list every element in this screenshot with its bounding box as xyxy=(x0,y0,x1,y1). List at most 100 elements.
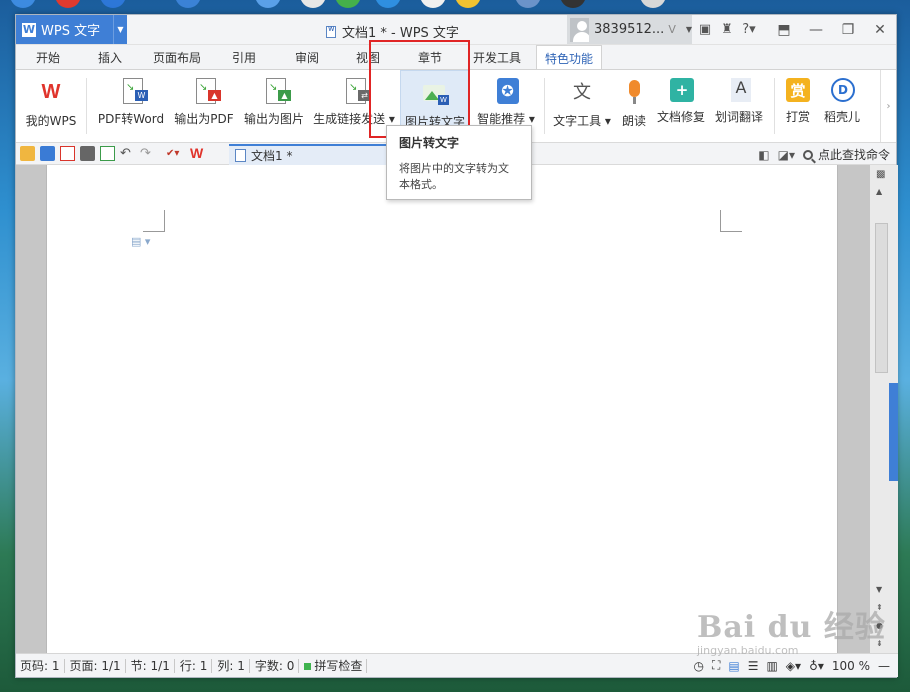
export-image-button[interactable]: ↘ ▲ 输出为图片 xyxy=(240,70,308,142)
command-search-label: 点此查找命令 xyxy=(817,148,890,162)
status-page-code[interactable]: 页码: 1 xyxy=(16,658,65,673)
app-menu-button[interactable]: W WPS 文字 ▼ xyxy=(16,15,127,44)
document-area: ▤ ▾ xyxy=(16,165,870,655)
chevron-down-icon[interactable]: ▼ xyxy=(686,25,692,34)
web-view-icon[interactable]: ▥ xyxy=(766,659,777,673)
translate-label: 划词翻译 xyxy=(714,110,763,124)
dock-app-icon[interactable] xyxy=(560,0,586,8)
command-search[interactable]: ◧ ◪▾ 点此查找命令 xyxy=(758,146,890,163)
status-right-tools: ◷ ⛶ ▤ ☰ ▥ ◈▾ ♁▾ 100 % — xyxy=(685,658,890,673)
app-menu-label: WPS 文字 xyxy=(41,24,101,39)
reward-icon: 赏 xyxy=(786,78,810,102)
fullscreen-icon[interactable]: ⛶ xyxy=(712,658,720,673)
read-aloud-button[interactable]: 朗读 xyxy=(618,70,650,142)
dock-app-icon[interactable] xyxy=(300,0,326,8)
tab-home[interactable]: 开始 xyxy=(36,49,60,66)
print-icon[interactable] xyxy=(80,146,95,161)
zoom-level[interactable]: 100 % xyxy=(832,659,870,673)
export-pdf-label: 输出为PDF xyxy=(174,112,234,126)
tab-references[interactable]: 引用 xyxy=(232,49,256,66)
dock-app-icon[interactable] xyxy=(420,0,446,8)
help-icon[interactable]: ?▾ xyxy=(738,22,760,37)
inbox-icon[interactable]: ▣ xyxy=(694,22,716,37)
translate-button[interactable]: A 划词翻译 xyxy=(712,70,766,142)
dock-app-icon[interactable] xyxy=(375,0,401,8)
minimize-button[interactable]: — xyxy=(800,15,832,44)
chevron-down-icon[interactable]: ▼ xyxy=(113,15,127,44)
watermark-url: jingyan.baidu.com xyxy=(697,644,799,657)
dock-app-icon[interactable] xyxy=(455,0,481,8)
pdf-to-word-label: PDF转Word xyxy=(97,112,165,126)
share-link-button[interactable]: ↘ ⇄ 生成链接发送 ▾ xyxy=(312,70,396,142)
title-tools: ▣ ♜ ?▾ xyxy=(694,15,760,44)
pdf-to-word-icon: ↘ W xyxy=(123,78,148,104)
tab-review[interactable]: 审阅 xyxy=(295,49,319,66)
scroll-down-icon[interactable]: ▼ xyxy=(876,585,882,594)
wps-logo-icon: W xyxy=(41,80,61,103)
ribbon-scroll-right-icon[interactable]: › xyxy=(880,70,896,142)
export-pdf-icon[interactable] xyxy=(60,146,75,161)
tooltip: 图片转文字 将图片中的文字转为文本格式。 xyxy=(386,125,532,200)
export-pdf-button[interactable]: ↘ ▲ 输出为PDF xyxy=(172,70,236,142)
wps-logo-icon[interactable]: W xyxy=(190,146,205,161)
dock-app-icon[interactable] xyxy=(335,0,361,8)
print-preview-icon[interactable] xyxy=(100,146,115,161)
document-repair-button[interactable]: + 文档修复 xyxy=(654,70,708,142)
dock-app-icon[interactable] xyxy=(175,0,201,8)
page-nav-icon[interactable]: ▩ xyxy=(876,169,885,180)
status-pages[interactable]: 页面: 1/1 xyxy=(66,658,126,673)
scroll-up-icon[interactable]: ▲ xyxy=(876,187,882,196)
user-level-badge: V xyxy=(668,23,676,36)
spell-check-toggle[interactable]: 拼写检查 xyxy=(300,658,368,673)
document-page[interactable]: ▤ ▾ xyxy=(46,165,838,655)
crop-mark-top-right xyxy=(720,210,742,232)
open-folder-icon[interactable] xyxy=(20,146,35,161)
reward-button[interactable]: 赏 打赏 xyxy=(780,70,816,142)
tab-special-features[interactable]: 特色功能 xyxy=(536,45,603,69)
close-button[interactable]: ✕ xyxy=(864,15,896,44)
backup-icon[interactable]: ◷ xyxy=(693,659,703,673)
reading-mode-icon[interactable]: ◈▾ xyxy=(786,659,801,673)
user-name: 3839512... xyxy=(594,22,665,37)
collapse-ribbon-icon[interactable]: ◪▾ xyxy=(778,148,795,162)
status-section[interactable]: 节: 1/1 xyxy=(127,658,175,673)
customize-toolbar-icon[interactable]: ✔▾ xyxy=(166,146,181,161)
tab-sections[interactable]: 章节 xyxy=(418,49,442,66)
status-word-count[interactable]: 字数: 0 xyxy=(251,658,300,673)
export-image-icon: ↘ ▲ xyxy=(266,78,291,104)
spell-check-label: 拼写检查 xyxy=(314,658,363,673)
eye-protection-icon[interactable]: ♁▾ xyxy=(809,659,824,673)
undo-icon[interactable]: ↶ xyxy=(120,146,135,161)
docer-button[interactable]: D 稻壳儿 xyxy=(820,70,864,142)
tab-developer[interactable]: 开发工具 xyxy=(473,49,521,66)
dock-app-icon[interactable] xyxy=(10,0,36,8)
my-wps-button[interactable]: W 我的WPS xyxy=(22,70,80,142)
dock-app-icon[interactable] xyxy=(100,0,126,8)
skin-icon[interactable]: ♜ xyxy=(716,22,738,37)
dock-app-icon[interactable] xyxy=(640,0,666,8)
page-view-icon[interactable]: ▤ xyxy=(728,659,739,673)
zoom-out-icon[interactable]: — xyxy=(878,659,890,673)
restore-to-top-icon[interactable]: ⬒ xyxy=(768,15,800,44)
watermark-brand: Bai du 经验 xyxy=(697,610,886,645)
dock-app-icon[interactable] xyxy=(55,0,81,8)
task-pane-toggle[interactable] xyxy=(889,383,898,481)
tab-insert[interactable]: 插入 xyxy=(98,49,122,66)
scrollbar-thumb[interactable] xyxy=(875,223,888,373)
paragraph-options-icon[interactable]: ▤ ▾ xyxy=(131,235,150,248)
tab-view[interactable]: 视图 xyxy=(356,49,380,66)
rewind-icon[interactable]: ◧ xyxy=(758,148,769,162)
dock-app-icon[interactable] xyxy=(515,0,541,8)
pdf-to-word-button[interactable]: ↘ W PDF转Word xyxy=(94,70,168,142)
text-tools-text: 文字工具 xyxy=(553,114,602,128)
text-tools-button[interactable]: 文 文字工具 ▾ xyxy=(550,70,614,142)
document-tab[interactable]: 文档1 * xyxy=(229,144,407,165)
user-account[interactable]: 3839512... V ▼ xyxy=(567,15,692,44)
outline-view-icon[interactable]: ☰ xyxy=(748,659,759,673)
smart-recommend-text: 智能推荐 xyxy=(477,112,526,126)
maximize-button[interactable]: ❐ xyxy=(832,15,864,44)
redo-icon[interactable]: ↷ xyxy=(140,146,155,161)
save-icon[interactable] xyxy=(40,146,55,161)
tab-page-layout[interactable]: 页面布局 xyxy=(153,49,201,66)
dock-app-icon[interactable] xyxy=(255,0,281,8)
